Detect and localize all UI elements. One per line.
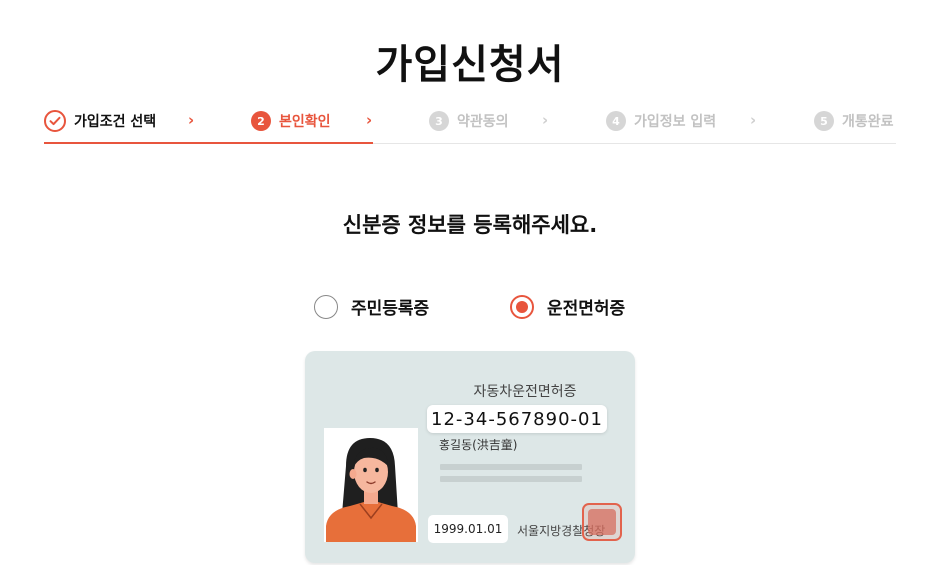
step-number: 4 [606,111,626,131]
step-label: 개통완료 [842,114,894,130]
card-placeholder-line [440,464,582,470]
seal-inner [588,509,616,535]
step-label: 가입정보 입력 [634,114,717,130]
official-seal-stamp [582,503,622,541]
step-number: 3 [429,111,449,131]
step-signup-info[interactable]: 4 가입정보 입력 [606,108,716,134]
radio-driver-license[interactable]: 운전면허증 [510,294,625,319]
radio-circle[interactable] [510,294,534,319]
person-portrait-icon [326,438,416,542]
section-subtitle: 신분증 정보를 등록해주세요. [342,213,598,237]
card-date: 1999.01.01 [428,515,508,543]
stepper-active-indicator [44,142,373,144]
progress-stepper: 가입조건 선택 › 2 본인확인 › 3 약관동의 › 4 가입정보 입력 › … [44,108,896,146]
id-card-illustration: 자동차운전면허증 12-34-567890-01 홍길동(洪吉童) 1999.0… [305,351,635,563]
chevron-right-icon: › [750,111,757,129]
chevron-right-icon: › [366,111,373,129]
step-number: 5 [814,111,834,131]
step-label: 약관동의 [457,114,509,130]
page-title: 가입신청서 [375,42,565,88]
step-activation-complete[interactable]: 5 개통완료 [814,108,894,134]
card-placeholder-line [440,476,582,482]
radio-circle[interactable] [314,294,338,319]
id-photo [324,428,418,542]
step-label: 가입조건 선택 [74,114,157,130]
card-license-number: 12-34-567890-01 [427,405,607,433]
card-holder-name: 홍길동(洪吉童) [439,438,518,452]
radio-resident-card[interactable]: 주민등록증 [314,294,429,319]
check-icon [44,110,66,132]
step-label: 본인확인 [279,114,331,130]
chevron-right-icon: › [188,111,195,129]
step-terms-selection[interactable]: 가입조건 선택 [44,108,156,134]
step-terms-agreement[interactable]: 3 약관동의 [429,108,509,134]
radio-label[interactable]: 운전면허증 [547,294,625,319]
chevron-right-icon: › [542,111,549,129]
radio-label[interactable]: 주민등록증 [351,294,429,319]
step-identity-verification[interactable]: 2 본인확인 [251,108,331,134]
card-title: 자동차운전면허증 [473,384,577,400]
step-number: 2 [251,111,271,131]
